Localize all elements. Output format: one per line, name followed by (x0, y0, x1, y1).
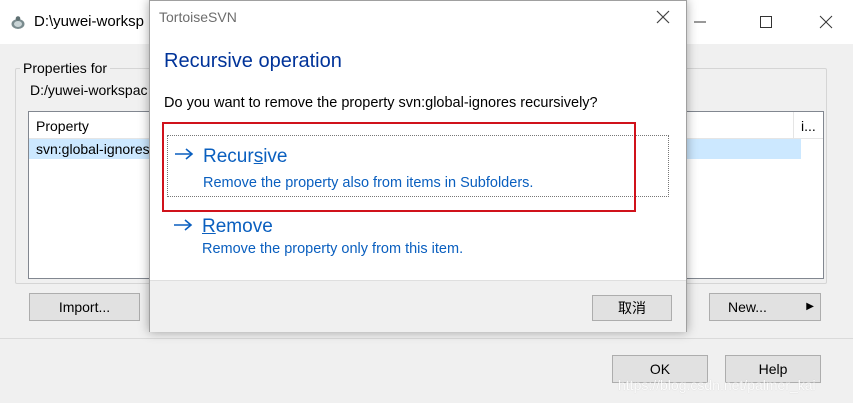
cancel-button[interactable]: 取消 (592, 295, 672, 321)
dialog-heading: Recursive operation (164, 50, 342, 72)
tortoise-app-icon (11, 16, 25, 29)
dropdown-arrow-icon: ▶ (806, 301, 814, 312)
working-copy-path: D:/yuwei-workspac (30, 82, 148, 98)
divider (0, 338, 853, 339)
recursive-operation-dialog: TortoiseSVN Recursive operation Do you w… (149, 0, 687, 332)
column-divider[interactable] (793, 112, 794, 138)
column-header-value[interactable]: i... (801, 118, 816, 134)
highlight-annotation-box (162, 122, 636, 212)
properties-window-title: D:\yuwei-worksp (34, 13, 145, 30)
dialog-footer: 取消 (150, 280, 686, 332)
import-button[interactable]: Import... (29, 293, 140, 321)
remove-option-description: Remove the property only from this item. (202, 241, 464, 257)
new-button-label: New... (728, 299, 767, 315)
close-icon[interactable] (653, 7, 673, 27)
new-button[interactable]: New... ▶ (709, 293, 821, 321)
properties-for-label: Properties for (20, 60, 111, 76)
remove-title-accesskey: R (202, 216, 216, 237)
dialog-question: Do you want to remove the property svn:g… (164, 95, 598, 111)
maximize-icon[interactable] (746, 7, 786, 37)
close-icon[interactable] (806, 7, 846, 37)
remove-option-title: Remove (202, 216, 273, 238)
remove-option-button[interactable]: Remove Remove the property only from thi… (167, 206, 669, 268)
dialog-title: TortoiseSVN (159, 9, 237, 25)
watermark: https://blog.csdn.net/palmer_kai (618, 377, 816, 393)
arrow-right-icon (174, 219, 193, 231)
property-name-cell: svn:global-ignores (36, 141, 150, 157)
column-header-property[interactable]: Property (36, 118, 89, 134)
remove-title-part: emove (215, 216, 273, 237)
